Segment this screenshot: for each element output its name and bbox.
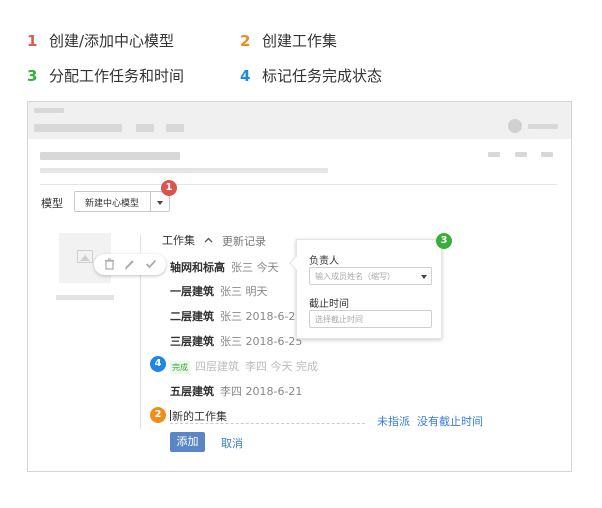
- add-button[interactable]: 添加: [170, 432, 205, 452]
- legend-label: 标记任务完成状态: [262, 67, 383, 85]
- chevron-down-icon[interactable]: [421, 275, 427, 279]
- popover-arrow: [288, 255, 304, 271]
- legend-label: 分配工作任务和时间: [49, 67, 185, 85]
- unassigned-link[interactable]: 未指派: [377, 413, 410, 429]
- legend-number: 1: [27, 32, 38, 50]
- input-underline: [170, 423, 365, 424]
- placeholder-bar: [34, 124, 122, 132]
- placeholder-bar: [541, 152, 553, 157]
- tab-workset-label: 工作集: [162, 234, 195, 247]
- task-name: 轴网和标高: [170, 261, 225, 274]
- task-row-completed[interactable]: 完成 四层建筑 李四 今天 完成: [170, 358, 318, 374]
- tab-history[interactable]: 更新记录: [222, 233, 266, 249]
- step-badge-1: 1: [161, 180, 177, 196]
- legend-label: 创建工作集: [262, 32, 338, 50]
- legend-item-1: 1 创建/添加中心模型: [27, 30, 174, 51]
- placeholder-bar: [34, 108, 64, 113]
- placeholder-bar: [528, 124, 558, 129]
- task-meta: 张三 2018-6-25: [220, 335, 303, 348]
- placeholder-bar: [488, 152, 500, 157]
- app-screenshot: 模型 新建中心模型 1 工作集 更新记录 轴网和标高 张三 今天 一层建筑 张三 明…: [27, 101, 572, 472]
- select-divider: [150, 192, 151, 211]
- top-bar: [28, 102, 571, 139]
- check-icon[interactable]: [145, 258, 157, 270]
- task-meta: 张三 今天: [231, 261, 279, 274]
- new-workset-input[interactable]: 新的工作集: [170, 408, 227, 424]
- task-meta: 李四 今天 完成: [245, 360, 318, 373]
- task-row[interactable]: 轴网和标高 张三 今天: [170, 259, 279, 275]
- task-row[interactable]: 一层建筑 张三 明天: [170, 283, 268, 299]
- placeholder-bar: [56, 295, 114, 300]
- placeholder-bar: [40, 168, 328, 173]
- deadline-label: 截止时间: [309, 299, 349, 310]
- legend-item-2: 2 创建工作集: [240, 30, 337, 51]
- assign-popover: 负责人 输入成员姓名（缩写） 截止时间 选择截止时间: [288, 239, 442, 339]
- task-name: 二层建筑: [170, 310, 214, 323]
- legend-item-3: 3 分配工作任务和时间: [27, 65, 184, 86]
- legend-label: 创建/添加中心模型: [49, 32, 175, 50]
- chevron-up-icon: [204, 237, 212, 243]
- deadline-placeholder: 选择截止时间: [315, 315, 363, 324]
- task-name: 五层建筑: [170, 385, 214, 398]
- task-name: 三层建筑: [170, 335, 214, 348]
- model-select[interactable]: 新建中心模型: [74, 191, 170, 212]
- no-deadline-link[interactable]: 没有截止时间: [417, 413, 483, 429]
- legend-number: 4: [240, 67, 251, 85]
- image-placeholder-icon: [77, 250, 93, 263]
- step-badge-3: 3: [436, 233, 452, 249]
- legend-number: 2: [240, 32, 251, 50]
- task-row[interactable]: 五层建筑 李四 2018-6-21: [170, 383, 302, 399]
- assignee-input[interactable]: 输入成员姓名（缩写）: [309, 267, 432, 285]
- model-label: 模型: [41, 197, 63, 210]
- task-row[interactable]: 三层建筑 张三 2018-6-25: [170, 333, 302, 349]
- tab-workset[interactable]: 工作集: [162, 232, 213, 248]
- placeholder-bar: [136, 124, 154, 132]
- task-meta: 张三 2018-6-22: [220, 310, 303, 323]
- task-row[interactable]: 二层建筑 张三 2018-6-22: [170, 308, 302, 324]
- task-meta: 李四 2018-6-21: [220, 385, 303, 398]
- cancel-button[interactable]: 取消: [221, 435, 243, 451]
- new-workset-text: 新的工作集: [172, 410, 227, 423]
- assignee-label: 负责人: [309, 256, 339, 267]
- avatar[interactable]: [508, 119, 522, 133]
- placeholder-title-bar: [40, 152, 180, 160]
- step-badge-4: 4: [150, 356, 166, 372]
- step-badge-2: 2: [150, 407, 166, 423]
- task-name: 四层建筑: [195, 360, 239, 373]
- legend-number: 3: [27, 67, 38, 85]
- status-badge: 完成: [170, 361, 190, 374]
- model-select-value: 新建中心模型: [85, 199, 140, 209]
- task-name: 一层建筑: [170, 285, 214, 298]
- chevron-down-icon[interactable]: [157, 201, 163, 205]
- task-meta: 张三 明天: [220, 285, 268, 298]
- placeholder-bar: [515, 152, 527, 157]
- legend-item-4: 4 标记任务完成状态: [240, 65, 382, 86]
- text-cursor: [170, 410, 171, 421]
- deadline-input[interactable]: 选择截止时间: [309, 310, 432, 328]
- task-action-bar: [94, 254, 166, 275]
- assignee-placeholder: 输入成员姓名（缩写）: [315, 272, 395, 281]
- trash-icon[interactable]: [104, 258, 115, 270]
- pencil-icon[interactable]: [124, 258, 135, 270]
- divider: [40, 184, 557, 185]
- placeholder-bar: [166, 124, 184, 132]
